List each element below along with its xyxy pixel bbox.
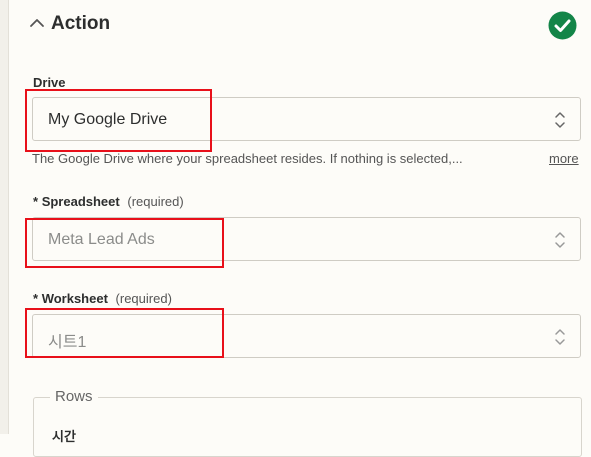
- more-link[interactable]: more: [549, 151, 579, 166]
- drive-label: Drive: [33, 75, 66, 90]
- drive-select[interactable]: My Google Drive: [32, 97, 581, 141]
- rows-first-item-label: 시간: [52, 429, 76, 444]
- section-title: Action: [51, 13, 111, 34]
- select-updown-icon: [555, 232, 565, 248]
- required-note: (required): [115, 291, 172, 306]
- required-asterisk: *: [33, 291, 39, 306]
- spreadsheet-label: * Spreadsheet (required): [33, 194, 184, 209]
- worksheet-select-value: 시트1: [48, 334, 87, 351]
- spreadsheet-select-value: Meta Lead Ads: [48, 231, 155, 248]
- spreadsheet-label-text: Spreadsheet: [41, 194, 120, 209]
- worksheet-label: * Worksheet (required): [33, 291, 172, 306]
- select-updown-icon: [555, 112, 565, 128]
- drive-help-text: The Google Drive where your spreadsheet …: [32, 151, 463, 166]
- action-section-header[interactable]: Action: [20, 0, 591, 52]
- left-rail: [0, 0, 9, 434]
- required-asterisk: *: [33, 194, 39, 209]
- chevron-up-icon[interactable]: [28, 14, 46, 32]
- spreadsheet-select[interactable]: Meta Lead Ads: [32, 217, 581, 261]
- select-updown-icon: [555, 329, 565, 345]
- rows-fieldset: [33, 397, 582, 457]
- worksheet-select[interactable]: 시트1: [32, 314, 581, 358]
- rows-legend: Rows: [50, 388, 98, 405]
- required-note: (required): [127, 194, 184, 209]
- worksheet-label-text: Worksheet: [41, 291, 108, 306]
- check-circle-icon: [548, 11, 577, 40]
- drive-select-value: My Google Drive: [48, 111, 168, 128]
